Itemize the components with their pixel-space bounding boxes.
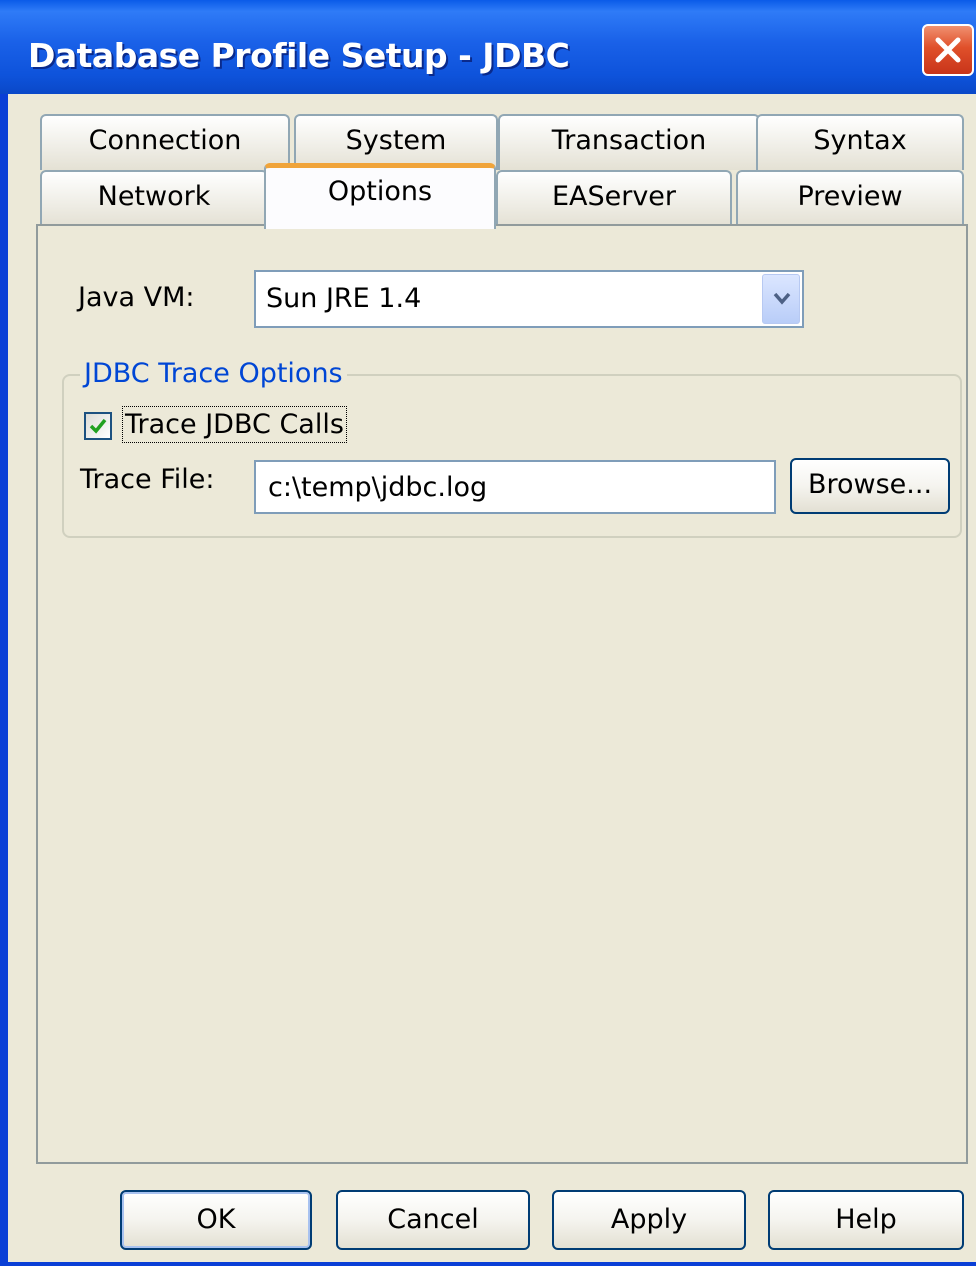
tab-system[interactable]: System bbox=[294, 114, 498, 170]
browse-button[interactable]: Browse... bbox=[790, 458, 950, 514]
tab-transaction[interactable]: Transaction bbox=[498, 114, 760, 170]
dropdown-button[interactable] bbox=[762, 274, 800, 324]
trace-file-value: c:\temp\jdbc.log bbox=[268, 472, 488, 503]
checkmark-icon bbox=[89, 418, 107, 434]
dialog-window: Database Profile Setup - JDBC Connection… bbox=[0, 0, 976, 1266]
trace-jdbc-calls-label[interactable]: Trace JDBC Calls bbox=[122, 406, 347, 443]
trace-file-label: Trace File: bbox=[80, 464, 215, 495]
java-vm-label: Java VM: bbox=[78, 282, 195, 313]
help-button[interactable]: Help bbox=[768, 1190, 964, 1250]
tab-preview[interactable]: Preview bbox=[736, 170, 964, 226]
title-bar[interactable]: Database Profile Setup - JDBC bbox=[0, 0, 976, 94]
ok-button[interactable]: OK bbox=[120, 1190, 312, 1250]
trace-jdbc-calls-checkbox[interactable] bbox=[84, 412, 112, 440]
close-button[interactable] bbox=[922, 24, 974, 76]
tab-easerver[interactable]: EAServer bbox=[496, 170, 732, 226]
tab-network[interactable]: Network bbox=[40, 170, 268, 226]
tab-syntax[interactable]: Syntax bbox=[756, 114, 964, 170]
window-title: Database Profile Setup - JDBC bbox=[28, 36, 570, 75]
jdbc-trace-options-group: JDBC Trace Options Trace JDBC Calls Trac… bbox=[62, 358, 962, 538]
trace-file-input[interactable]: c:\temp\jdbc.log bbox=[254, 460, 776, 514]
java-vm-select[interactable]: Sun JRE 1.4 bbox=[254, 270, 804, 328]
tab-connection[interactable]: Connection bbox=[40, 114, 290, 170]
cancel-button[interactable]: Cancel bbox=[336, 1190, 530, 1250]
tab-options[interactable]: Options bbox=[264, 163, 496, 229]
apply-button[interactable]: Apply bbox=[552, 1190, 746, 1250]
group-title: JDBC Trace Options bbox=[80, 358, 347, 389]
close-icon bbox=[935, 37, 961, 63]
java-vm-value: Sun JRE 1.4 bbox=[266, 283, 422, 314]
options-panel: Java VM: Sun JRE 1.4 JDBC Trace Options … bbox=[36, 224, 968, 1164]
chevron-down-icon bbox=[773, 292, 791, 305]
